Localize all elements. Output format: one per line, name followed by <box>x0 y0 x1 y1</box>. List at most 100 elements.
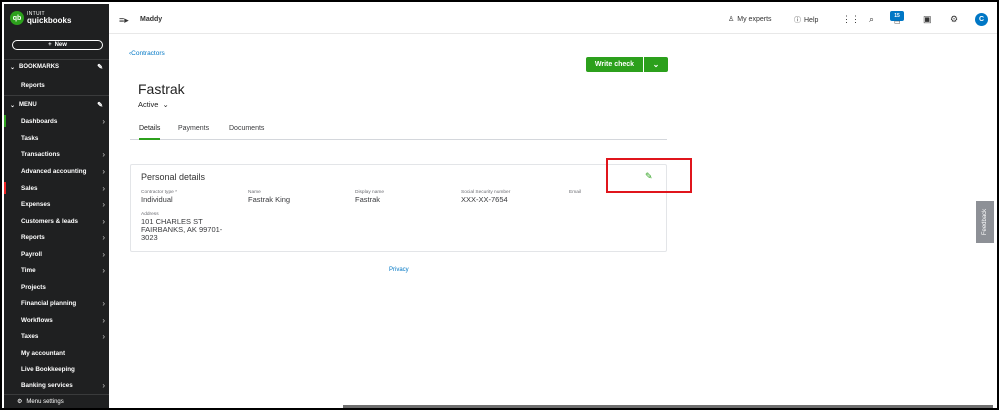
sidebar-item-label: Dashboards <box>21 117 58 125</box>
menu-label: MENU <box>19 102 37 108</box>
sidebar-item-reports[interactable]: Reports › <box>4 231 109 243</box>
sidebar-item-label: Transactions <box>21 150 60 158</box>
sidebar-item-label: Tasks <box>21 134 39 142</box>
help-label: Help <box>804 16 819 24</box>
breadcrumb[interactable]: ‹Contractors <box>129 50 165 57</box>
email-label: Email <box>569 190 581 195</box>
highlight-box <box>606 158 692 193</box>
chevron-right-icon: › <box>102 232 105 242</box>
gear-icon: ⚙ <box>17 399 23 405</box>
edit-menu-icon[interactable]: ✎ <box>97 101 103 109</box>
app-window: qb INTUIT quickbooks + New ⌄ BOOKMARKS ✎… <box>0 0 999 410</box>
sidebar-item-label: Taxes <box>21 332 39 340</box>
bookmark-item-label: Reports <box>21 81 45 89</box>
chevron-right-icon: › <box>102 265 105 275</box>
sidebar-item-live-bookkeeping[interactable]: Live Bookkeeping <box>4 363 109 375</box>
chevron-right-icon: › <box>102 149 105 159</box>
tab-details[interactable]: Details <box>139 125 161 140</box>
apps-grid-icon[interactable]: ⋮⋮ <box>842 14 860 25</box>
sidebar-item-customers-leads[interactable]: Customers & leads › <box>4 215 109 227</box>
sidebar-item-projects[interactable]: Projects <box>4 281 109 293</box>
name-value: Fastrak King <box>248 195 291 204</box>
sidebar-item-my-accountant[interactable]: My accountant <box>4 347 109 359</box>
tab-payments[interactable]: Payments <box>178 125 209 140</box>
top-bar: ≡▸ Maddy ♙ My experts ⓘ Help ⋮⋮ ⌕ 15 ▭ ▣… <box>109 4 997 34</box>
feedback-tab[interactable]: Feedback <box>976 201 994 243</box>
chevron-right-icon: › <box>102 315 105 325</box>
card-title: Personal details <box>141 172 206 182</box>
sidebar-item-advanced-accounting[interactable]: Advanced accounting › <box>4 165 109 177</box>
privacy-link[interactable]: Privacy <box>389 267 409 273</box>
page-title: Fastrak <box>138 81 185 97</box>
sidebar-item-label: Customers & leads <box>21 217 79 225</box>
sidebar-item-sales[interactable]: Sales › <box>4 182 109 194</box>
help-button[interactable]: ⓘ Help <box>794 15 818 25</box>
sidebar-item-label: Expenses <box>21 200 51 208</box>
chevron-right-icon: › <box>102 380 105 390</box>
sidebar-item-label: Reports <box>21 233 45 241</box>
horizontal-scrollbar[interactable] <box>343 405 993 408</box>
plus-icon: + <box>48 42 52 48</box>
divider <box>4 59 109 60</box>
company-name[interactable]: Maddy <box>140 16 162 23</box>
quickbooks-logo[interactable]: qb INTUIT quickbooks <box>10 11 71 25</box>
my-experts-label: My experts <box>737 15 772 23</box>
my-experts-button[interactable]: ♙ My experts <box>728 15 772 24</box>
chevron-right-icon: › <box>102 183 105 193</box>
gear-icon[interactable]: ⚙ <box>950 14 958 25</box>
notifications-icon[interactable]: ▭ <box>894 18 901 26</box>
chevron-right-icon: › <box>102 298 105 308</box>
breadcrumb-label: Contractors <box>131 50 165 57</box>
new-button[interactable]: + New <box>12 40 103 50</box>
edit-bookmarks-icon[interactable]: ✎ <box>97 63 103 71</box>
search-icon[interactable]: ⌕ <box>869 14 874 25</box>
sidebar-item-taxes[interactable]: Taxes › <box>4 330 109 342</box>
chevron-down-icon: ⌄ <box>10 102 16 109</box>
sidebar-item-label: Time <box>21 266 36 274</box>
chevron-right-icon: › <box>102 166 105 176</box>
sidebar-item-payroll[interactable]: Payroll › <box>4 248 109 260</box>
chevron-right-icon: › <box>102 249 105 259</box>
sidebar-item-financial-planning[interactable]: Financial planning › <box>4 297 109 309</box>
sidebar-item-dashboards[interactable]: Dashboards › <box>4 115 109 127</box>
chevron-right-icon: › <box>102 331 105 341</box>
write-check-button[interactable]: Write check ⌄ <box>586 57 668 72</box>
chevron-down-icon[interactable]: ⌄ <box>644 57 668 72</box>
sidebar-item-workflows[interactable]: Workflows › <box>4 314 109 326</box>
feedback-label: Feedback <box>982 208 989 236</box>
sidebar-item-banking-services[interactable]: Banking services › <box>4 379 109 391</box>
bookmarks-header[interactable]: ⌄ BOOKMARKS ✎ <box>4 61 109 73</box>
hamburger-menu-icon[interactable]: ≡▸ <box>119 15 129 26</box>
write-check-label[interactable]: Write check <box>586 57 644 72</box>
sidebar-item-label: Live Bookkeeping <box>21 365 75 373</box>
sidebar-item-transactions[interactable]: Transactions › <box>4 148 109 160</box>
bookmarks-label: BOOKMARKS <box>19 64 60 70</box>
help-icon: ⓘ <box>794 17 801 24</box>
logo-product: quickbooks <box>27 15 72 25</box>
sidebar-item-label: My accountant <box>21 349 66 357</box>
tab-documents[interactable]: Documents <box>229 125 264 140</box>
chevron-right-icon: › <box>102 216 105 226</box>
chevron-down-icon: ⌄ <box>10 64 16 71</box>
sidebar-item-expenses[interactable]: Expenses › <box>4 198 109 210</box>
contractor-type-value: Individual <box>141 195 173 204</box>
sidebar-item-label: Projects <box>21 283 46 291</box>
sidebar-item-label: Workflows <box>21 316 53 324</box>
sidebar-item-label: Payroll <box>21 250 42 258</box>
menu-settings-label: Menu settings <box>26 398 64 405</box>
user-avatar[interactable]: C <box>975 13 988 26</box>
menu-settings-button[interactable]: ⚙ Menu settings <box>4 394 109 408</box>
status-label: Active <box>138 100 159 109</box>
address-line3: 3023 <box>141 233 158 242</box>
display-name-value: Fastrak <box>355 195 381 204</box>
ssn-value: XXX-XX-7654 <box>461 195 508 204</box>
personal-details-card: Personal details ✎ Contractor type * Ind… <box>130 164 667 252</box>
sidebar-item-time[interactable]: Time › <box>4 264 109 276</box>
chevron-right-icon: › <box>102 199 105 209</box>
menu-header[interactable]: ⌄ MENU ✎ <box>4 99 109 111</box>
sidebar-item-tasks[interactable]: Tasks <box>4 132 109 144</box>
status-dropdown[interactable]: Active ⌄ <box>138 100 169 109</box>
tab-bar: Details Payments Documents <box>130 122 667 140</box>
clipboard-icon[interactable]: ▣ <box>923 14 932 25</box>
bookmark-item-reports[interactable]: Reports <box>4 79 109 91</box>
